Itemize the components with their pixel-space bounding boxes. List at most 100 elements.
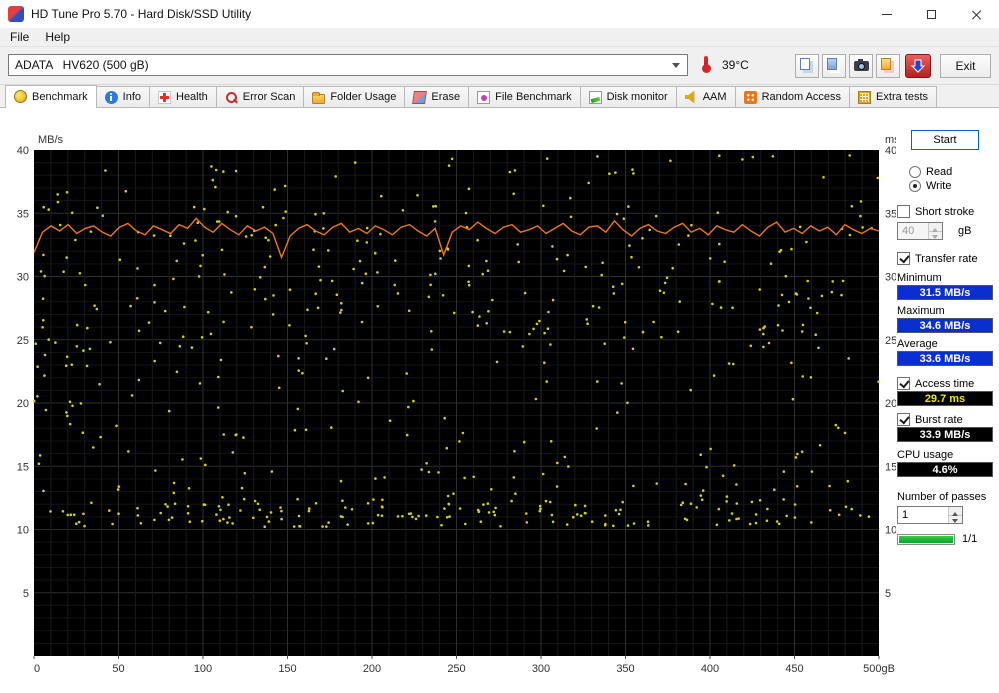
aam-icon — [685, 91, 698, 104]
tab-erase[interactable]: Erase — [404, 86, 469, 107]
disk-monitor-icon — [589, 91, 602, 104]
average-value: 33.6 MB/s — [897, 351, 993, 366]
copy-pages-icon — [800, 58, 810, 70]
write-radio[interactable] — [909, 180, 921, 192]
copy-image-icon — [827, 58, 837, 70]
short-stroke-spinner[interactable]: 40 — [897, 222, 943, 240]
drive-selector[interactable]: ADATA HV620 (500 gB) — [8, 54, 688, 76]
spin-down-icon[interactable] — [929, 232, 942, 240]
menu-bar: FileHelp — [0, 28, 999, 47]
svg-text:30: 30 — [17, 272, 29, 284]
file-benchmark-icon — [477, 91, 490, 104]
benchmark-chart: 5510101515202025253030353540400501001502… — [4, 128, 896, 688]
start-button[interactable]: Start — [911, 130, 979, 150]
app-window: HD Tune Pro 5.70 - Hard Disk/SSD Utility… — [0, 0, 999, 693]
minimize-icon — [882, 14, 892, 15]
color-pages-icon — [881, 58, 891, 70]
svg-text:500gB: 500gB — [863, 663, 895, 675]
minimize-button[interactable] — [864, 0, 909, 28]
extra-tests-icon — [858, 91, 871, 104]
copy-pages-button[interactable] — [795, 54, 819, 78]
short-stroke-row[interactable]: Short stroke — [897, 205, 993, 218]
tab-file-benchmark[interactable]: File Benchmark — [468, 86, 580, 107]
svg-text:15: 15 — [885, 461, 896, 473]
tab-disk-monitor[interactable]: Disk monitor — [580, 86, 677, 107]
burst-rate-value: 33.9 MB/s — [897, 427, 993, 442]
tab-label: Benchmark — [32, 91, 88, 103]
tab-label: Error Scan — [243, 91, 296, 103]
benchmark-side-panel: Start Read Write Short stroke 40 gB — [897, 130, 993, 545]
svg-text:20: 20 — [17, 398, 29, 410]
spin-up-icon[interactable] — [949, 507, 962, 516]
short-stroke-unit-label: gB — [958, 225, 971, 237]
spin-up-icon[interactable] — [929, 223, 942, 232]
tab-extra-tests[interactable]: Extra tests — [849, 86, 937, 107]
short-stroke-checkbox[interactable] — [897, 205, 910, 218]
pass-progress-label: 1/1 — [962, 533, 977, 545]
copy-image-button[interactable] — [822, 54, 846, 78]
tab-folder-usage[interactable]: Folder Usage — [303, 86, 405, 107]
svg-text:25: 25 — [17, 335, 29, 347]
tab-benchmark[interactable]: Benchmark — [5, 85, 97, 108]
burst-rate-row[interactable]: Burst rate — [897, 413, 993, 426]
transfer-rate-row[interactable]: Transfer rate — [897, 252, 993, 265]
temperature-value: 39°C — [722, 58, 749, 72]
tab-bar: Benchmark Info Health Error Scan Folder Usag… — [0, 85, 999, 108]
spinner-buttons[interactable] — [948, 507, 962, 523]
tab-aam[interactable]: AAM — [676, 86, 736, 107]
pass-progress-row: 1/1 — [897, 533, 993, 545]
passes-spinner[interactable]: 1 — [897, 506, 963, 524]
access-time-checkbox[interactable] — [897, 377, 910, 390]
camera-icon — [854, 61, 869, 71]
burst-rate-checkbox[interactable] — [897, 413, 910, 426]
transfer-rate-label: Transfer rate — [915, 253, 978, 265]
access-time-label: Access time — [915, 378, 974, 390]
svg-text:10: 10 — [885, 525, 896, 537]
exit-button[interactable]: Exit — [940, 54, 991, 78]
toolbar-icon-group — [795, 54, 900, 78]
transfer-rate-checkbox[interactable] — [897, 252, 910, 265]
tab-label: Disk monitor — [607, 91, 668, 103]
tab-error-scan[interactable]: Error Scan — [216, 86, 305, 107]
cpu-usage-value: 4.6% — [897, 462, 993, 477]
toolbar: ADATA HV620 (500 gB) 39°C Exit — [0, 47, 999, 85]
svg-text:MB/s: MB/s — [38, 134, 64, 146]
svg-text:450: 450 — [785, 663, 803, 675]
tab-health[interactable]: Health — [149, 86, 217, 107]
tab-info[interactable]: Info — [96, 86, 150, 107]
spinner-buttons[interactable] — [928, 223, 942, 239]
maximize-button[interactable] — [909, 0, 954, 28]
capture-button[interactable] — [905, 54, 931, 78]
title-bar: HD Tune Pro 5.70 - Hard Disk/SSD Utility — [0, 0, 999, 28]
write-radio-row[interactable]: Write — [897, 180, 993, 192]
svg-text:50: 50 — [112, 663, 124, 675]
read-radio[interactable] — [909, 166, 921, 178]
tab-random-access[interactable]: Random Access — [735, 86, 850, 107]
short-stroke-value: 40 — [898, 223, 928, 239]
chevron-down-icon — [672, 63, 680, 72]
pass-progress-fill — [899, 536, 953, 543]
random-access-icon — [744, 91, 757, 104]
minimum-value: 31.5 MB/s — [897, 285, 993, 300]
camera-button[interactable] — [849, 54, 873, 78]
tab-label: Health — [176, 91, 208, 103]
read-radio-row[interactable]: Read — [897, 166, 993, 178]
info-icon — [105, 91, 118, 104]
spin-down-icon[interactable] — [949, 516, 962, 524]
color-pages-button[interactable] — [876, 54, 900, 78]
erase-icon — [413, 91, 428, 104]
access-time-value: 29.7 ms — [897, 391, 993, 406]
svg-text:40: 40 — [885, 145, 896, 157]
health-icon — [158, 91, 171, 104]
menu-item-file[interactable]: File — [2, 28, 37, 46]
svg-text:200: 200 — [363, 663, 381, 675]
svg-text:10: 10 — [17, 525, 29, 537]
close-button[interactable] — [954, 0, 999, 28]
menu-item-help[interactable]: Help — [37, 28, 78, 46]
access-time-row[interactable]: Access time — [897, 377, 993, 390]
tab-label: Erase — [431, 91, 460, 103]
svg-text:350: 350 — [616, 663, 634, 675]
svg-text:40: 40 — [17, 145, 29, 157]
drive-selector-value: ADATA HV620 (500 gB) — [9, 58, 672, 72]
burst-rate-label: Burst rate — [915, 414, 963, 426]
